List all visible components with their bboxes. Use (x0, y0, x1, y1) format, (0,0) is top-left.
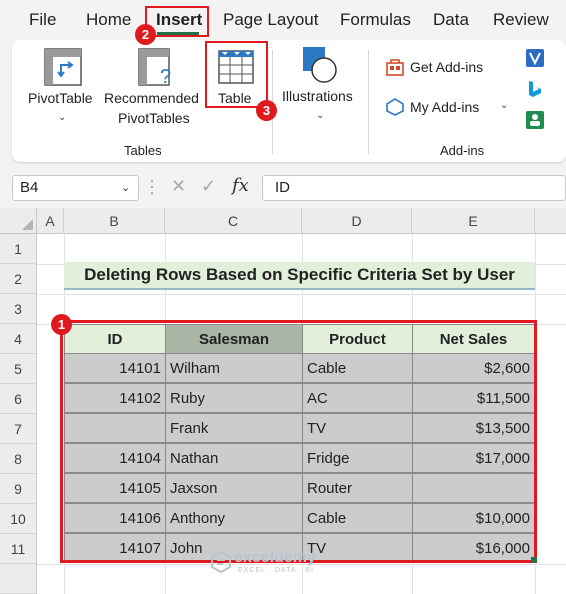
tab-review[interactable]: Review (493, 10, 549, 30)
store-icon[interactable] (385, 57, 405, 82)
table-button-highlight (205, 41, 268, 108)
my-addins-icon[interactable] (385, 97, 405, 122)
cancel-icon[interactable]: ✕ (171, 176, 186, 197)
tab-data[interactable]: Data (433, 10, 469, 30)
recommended-label-line1[interactable]: Recommended (104, 90, 199, 106)
formula-input[interactable]: ID (262, 175, 566, 201)
recommended-pivot-icon[interactable]: ? (138, 48, 176, 91)
column-header-d[interactable]: D (302, 208, 412, 234)
column-header-b[interactable]: B (64, 208, 165, 234)
visio-icon[interactable] (526, 49, 544, 72)
enter-check-icon[interactable]: ✓ (201, 176, 216, 197)
tab-formulas[interactable]: Formulas (340, 10, 411, 30)
column-header-c[interactable]: C (165, 208, 302, 234)
gridline (37, 294, 566, 295)
table-selection-highlight (60, 320, 537, 563)
pivot-table-icon[interactable] (44, 48, 82, 91)
fill-handle-icon[interactable] (531, 557, 537, 563)
watermark-tagline: EXCEL · DATA · BI (238, 567, 314, 574)
illustrations-shapes-icon[interactable] (302, 46, 338, 89)
column-header-e[interactable]: E (412, 208, 535, 234)
sheet-title[interactable]: Deleting Rows Based on Specific Criteria… (64, 262, 535, 290)
row-header-4[interactable]: 4 (0, 324, 37, 354)
svg-text:?: ? (160, 66, 171, 86)
watermark-logo-icon (211, 551, 231, 573)
people-graph-icon[interactable] (526, 111, 544, 134)
chevron-down-icon[interactable]: ⌄ (121, 181, 130, 194)
row-header-9[interactable]: 9 (0, 474, 37, 504)
row-header-7[interactable]: 7 (0, 414, 37, 444)
tab-home[interactable]: Home (86, 10, 131, 30)
bing-maps-icon[interactable] (526, 80, 544, 103)
step-badge-3: 3 (256, 100, 277, 121)
chevron-down-icon[interactable]: ⌄ (316, 110, 324, 121)
row-header-10[interactable]: 10 (0, 504, 37, 534)
illustrations-label[interactable]: Illustrations (282, 88, 353, 104)
column-header-f[interactable] (535, 208, 566, 234)
step-badge-2: 2 (135, 24, 156, 45)
tab-page-layout[interactable]: Page Layout (223, 10, 318, 30)
row-header-1[interactable]: 1 (0, 234, 37, 264)
row-header-2[interactable]: 2 (0, 264, 37, 294)
step-badge-1: 1 (51, 314, 72, 335)
watermark-name: exceldemy (234, 549, 316, 566)
tab-file[interactable]: File (29, 10, 56, 30)
addins-group-label: Add-ins (440, 143, 485, 158)
row-header-12[interactable] (0, 564, 37, 594)
tables-group-label: Tables (124, 143, 162, 158)
my-addins-label[interactable]: My Add-ins (410, 99, 479, 115)
row-header-6[interactable]: 6 (0, 384, 37, 414)
name-box[interactable]: B4 (12, 175, 139, 201)
chevron-down-icon[interactable]: ⌄ (500, 100, 508, 111)
get-addins-label[interactable]: Get Add-ins (410, 59, 483, 75)
column-header-a[interactable]: A (37, 208, 64, 234)
pivot-table-label[interactable]: PivotTable (28, 90, 93, 106)
row-header-8[interactable]: 8 (0, 444, 37, 474)
select-all-triangle-icon (22, 219, 33, 230)
insert-function-icon[interactable]: fx (232, 175, 249, 196)
more-options-icon[interactable]: · · · (149, 173, 155, 200)
chevron-down-icon[interactable]: ⌄ (58, 112, 66, 123)
row-header-5[interactable]: 5 (0, 354, 37, 384)
row-header-3[interactable]: 3 (0, 294, 37, 324)
row-header-11[interactable]: 11 (0, 534, 37, 564)
recommended-label-line2[interactable]: PivotTables (118, 110, 190, 126)
ribbon-separator (368, 50, 369, 154)
